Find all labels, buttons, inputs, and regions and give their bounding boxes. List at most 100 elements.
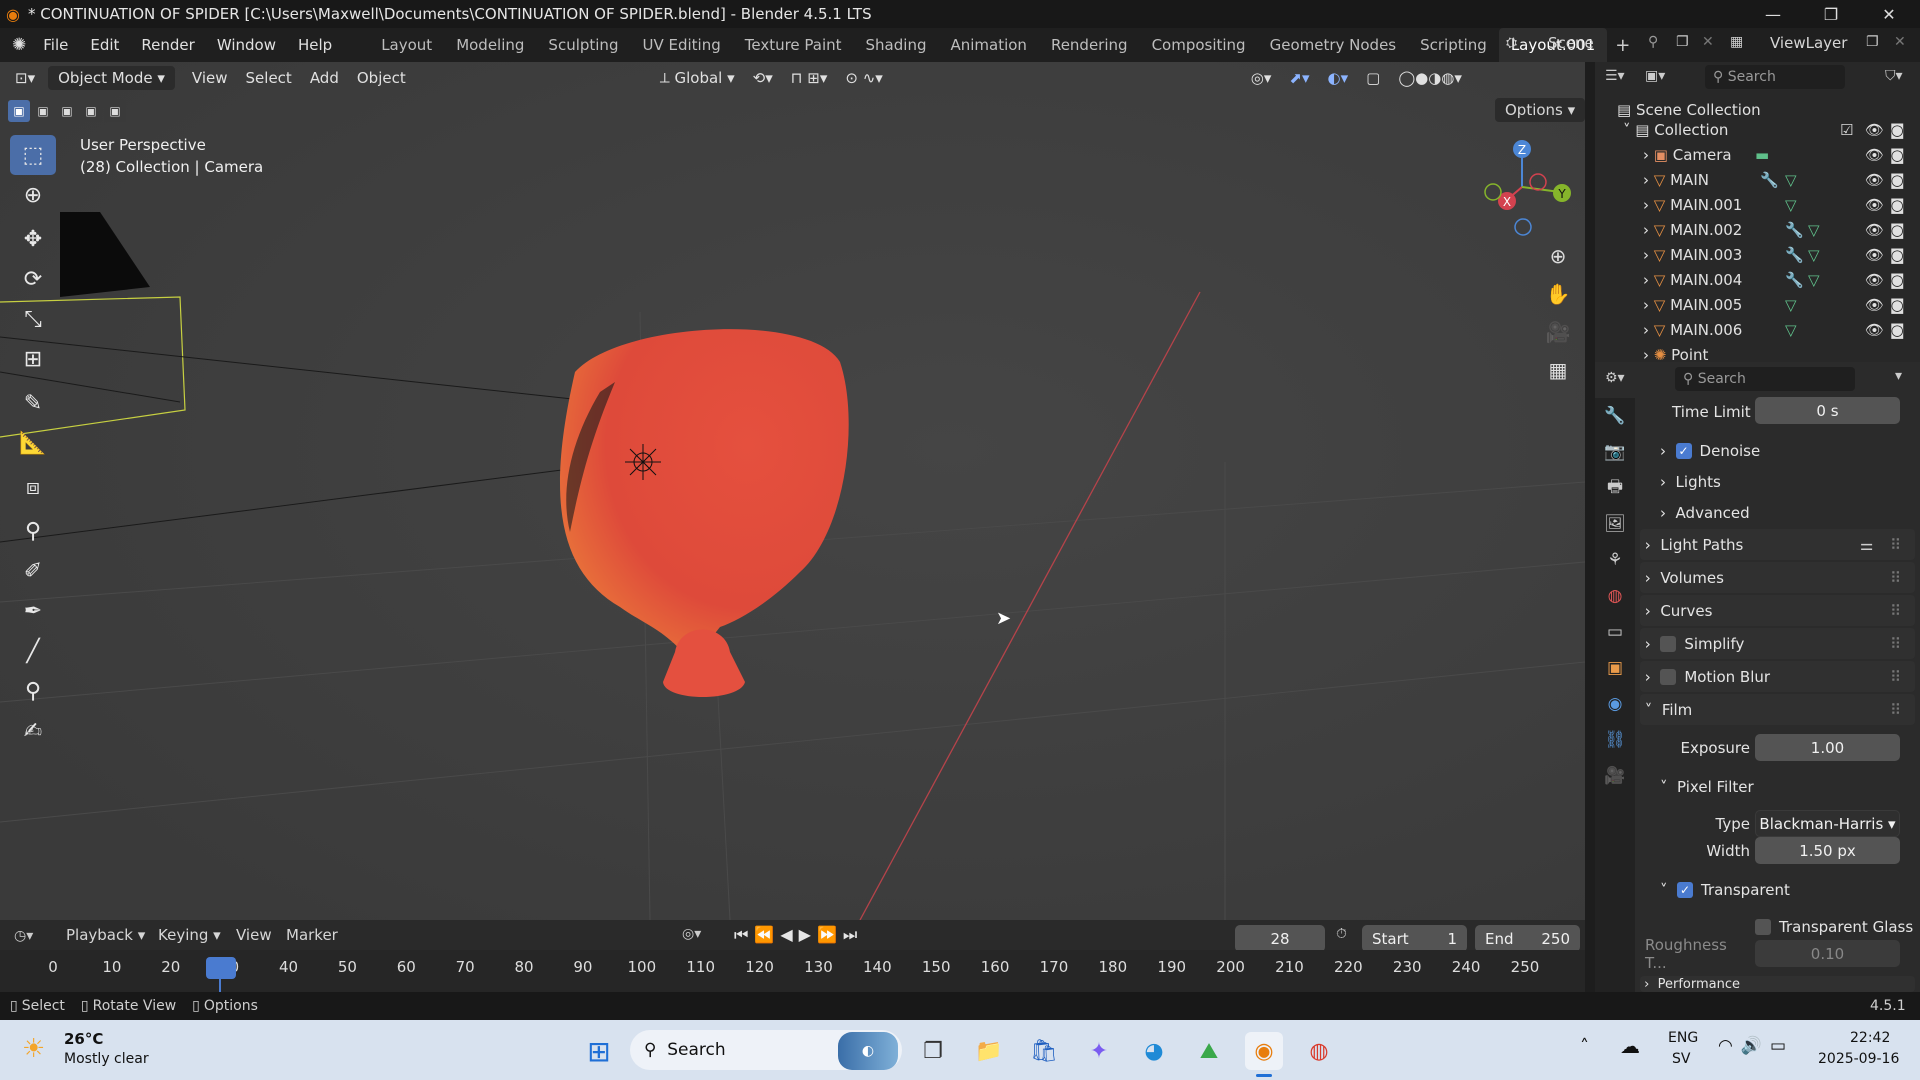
add-cube-tool-icon[interactable]: ⧈ bbox=[10, 467, 56, 507]
outliner-item-main-001[interactable]: › ▽ MAIN.001 ▽ 👁 ◙ bbox=[1595, 192, 1920, 217]
select-extend-icon[interactable]: ▣ bbox=[32, 100, 54, 122]
move-tool-icon[interactable]: ✥ bbox=[10, 219, 56, 259]
collection-render-icon[interactable]: ◙ bbox=[1890, 121, 1905, 139]
system-tray-icons[interactable]: ◠🔊▭ bbox=[1718, 1036, 1794, 1056]
select-invert-icon[interactable]: ▣ bbox=[80, 100, 102, 122]
render-icon[interactable]: ◙ bbox=[1890, 171, 1905, 189]
outliner-item-camera[interactable]: › ▣ Camera ▬ 👁 ◙ bbox=[1595, 142, 1920, 167]
jump-end-icon[interactable]: ⏭ bbox=[843, 925, 863, 944]
workspace-tab-shading[interactable]: Shading bbox=[854, 28, 939, 62]
chrome-browser-icon[interactable]: ◍ bbox=[1300, 1032, 1338, 1070]
outliner-item-main-006[interactable]: › ▽ MAIN.006 ▽ 👁 ◙ bbox=[1595, 317, 1920, 342]
drag-handle-icon[interactable]: ⠿ bbox=[1890, 668, 1901, 686]
visibility-icon[interactable]: 👁 bbox=[1865, 246, 1884, 264]
start-frame-field[interactable]: Start 1 bbox=[1362, 925, 1467, 952]
app-green-icon[interactable]: ⛰ bbox=[1190, 1032, 1228, 1070]
workspace-tab-geometry-nodes[interactable]: Geometry Nodes bbox=[1258, 28, 1409, 62]
workspace-tab-modeling[interactable]: Modeling bbox=[444, 28, 536, 62]
curves-panel[interactable]: › Curves ⠿ bbox=[1640, 595, 1915, 626]
delete-view-layer-icon[interactable]: ✕ bbox=[1894, 34, 1906, 50]
drag-handle-icon[interactable]: ⠿ bbox=[1890, 569, 1901, 587]
transform-tool-icon[interactable]: ⊞ bbox=[10, 339, 56, 379]
motion-blur-panel[interactable]: › Motion Blur ⠿ bbox=[1640, 661, 1915, 692]
playback-menu[interactable]: Playback ▾ bbox=[66, 926, 145, 944]
denoise-panel[interactable]: › ✓ Denoise bbox=[1660, 435, 1920, 466]
options-dropdown[interactable]: Options ▾ bbox=[1495, 98, 1586, 122]
visibility-icon[interactable]: 👁 bbox=[1865, 296, 1884, 314]
menu-window[interactable]: Window bbox=[206, 36, 287, 54]
simplify-checkbox[interactable] bbox=[1660, 635, 1677, 652]
zoom-icon[interactable]: ⊕ bbox=[1540, 238, 1576, 274]
maximize-button[interactable]: ❐ bbox=[1802, 0, 1860, 28]
prev-keyframe-icon[interactable]: ⏪ bbox=[754, 925, 780, 944]
rotate-tool-icon[interactable]: ⟳ bbox=[10, 259, 56, 299]
camera-view-icon[interactable]: 🎥 bbox=[1540, 314, 1576, 350]
orthographic-grid-icon[interactable]: ▦ bbox=[1540, 352, 1576, 388]
world-tab-icon[interactable]: ◍ bbox=[1595, 578, 1635, 614]
playhead-marker[interactable] bbox=[206, 957, 236, 979]
pan-hand-icon[interactable]: ✋ bbox=[1540, 276, 1576, 312]
grab-tool-icon[interactable]: ✍ bbox=[10, 711, 56, 751]
render-tab-icon[interactable]: 📷 bbox=[1595, 434, 1635, 470]
simplify-panel[interactable]: › Simplify ⠿ bbox=[1640, 628, 1915, 659]
weather-temperature[interactable]: 26°C bbox=[64, 1030, 103, 1048]
play-reverse-icon[interactable]: ◀ bbox=[780, 925, 798, 944]
add-menu[interactable]: Add bbox=[301, 69, 348, 87]
current-frame-field[interactable]: 28 bbox=[1235, 925, 1325, 952]
marker-menu[interactable]: Marker bbox=[286, 926, 338, 944]
menu-render[interactable]: Render bbox=[130, 36, 205, 54]
filter-icon[interactable]: ⛉▾ bbox=[1885, 68, 1903, 84]
collection-visibility-icon[interactable]: 👁 bbox=[1865, 121, 1884, 139]
next-keyframe-icon[interactable]: ⏩ bbox=[817, 925, 843, 944]
edge-browser-icon[interactable]: ◕ bbox=[1135, 1032, 1173, 1070]
render-icon[interactable]: ◙ bbox=[1890, 196, 1905, 214]
blender-taskbar-icon[interactable]: ◉ bbox=[1245, 1032, 1283, 1070]
visibility-icon[interactable]: 👁 bbox=[1865, 196, 1884, 214]
select-intersect-icon[interactable]: ▣ bbox=[104, 100, 126, 122]
drag-handle-icon[interactable]: ⠿ bbox=[1890, 635, 1901, 653]
exposure-field[interactable]: 1.00 bbox=[1755, 734, 1900, 761]
view-layer-tab-icon[interactable]: 🖼 bbox=[1595, 506, 1635, 542]
outliner-item-main-004[interactable]: › ▽ MAIN.004 🔧 ▽ 👁 ◙ bbox=[1595, 267, 1920, 292]
line-tool-icon[interactable]: ╱ bbox=[10, 631, 56, 671]
outliner-item-main-003[interactable]: › ▽ MAIN.003 🔧 ▽ 👁 ◙ bbox=[1595, 242, 1920, 267]
visibility-icon[interactable]: ◎▾ bbox=[1242, 69, 1281, 87]
workspace-tab-layout[interactable]: Layout bbox=[369, 28, 444, 62]
mode-dropdown[interactable]: Object Mode ▾ bbox=[48, 66, 175, 90]
select-menu[interactable]: Select bbox=[237, 69, 301, 87]
render-icon[interactable]: ◙ bbox=[1890, 146, 1905, 164]
output-tab-icon[interactable]: 🖶 bbox=[1595, 470, 1635, 506]
object-tab-icon[interactable]: ▣ bbox=[1595, 650, 1635, 686]
onedrive-cloud-icon[interactable]: ☁ bbox=[1620, 1034, 1640, 1058]
time-limit-field[interactable]: 0 s bbox=[1755, 397, 1900, 424]
add-workspace-icon[interactable]: + bbox=[1607, 35, 1638, 56]
gizmo-toggle-icon[interactable]: ⬈▾ bbox=[1280, 69, 1318, 87]
windows-start-icon[interactable]: ⊞ bbox=[580, 1032, 618, 1070]
properties-editor-icon[interactable]: ⚙▾ bbox=[1605, 370, 1625, 386]
fill-tool-icon[interactable]: ✒ bbox=[10, 591, 56, 631]
jump-start-icon[interactable]: ⏮ bbox=[734, 925, 754, 944]
film-panel[interactable]: ˅ Film ⠿ bbox=[1640, 694, 1915, 725]
view-layer-icon[interactable]: ▦ bbox=[1730, 34, 1743, 50]
render-icon[interactable]: ◙ bbox=[1890, 221, 1905, 239]
drag-handle-icon[interactable]: ⠿ bbox=[1890, 536, 1901, 554]
xray-icon[interactable]: ▢ bbox=[1357, 69, 1389, 87]
workspace-tab-sculpting[interactable]: Sculpting bbox=[536, 28, 630, 62]
outliner-item-main-002[interactable]: › ▽ MAIN.002 🔧 ▽ 👁 ◙ bbox=[1595, 217, 1920, 242]
denoise-checkbox[interactable]: ✓ bbox=[1675, 442, 1692, 459]
task-view-icon[interactable]: ❐ bbox=[914, 1032, 952, 1070]
play-icon[interactable]: ▶ bbox=[799, 925, 817, 944]
snap-icon[interactable]: ⊓ ⊞▾ bbox=[782, 69, 837, 87]
minimize-button[interactable]: — bbox=[1744, 0, 1802, 28]
workspace-tab-compositing[interactable]: Compositing bbox=[1140, 28, 1258, 62]
workspace-tab-animation[interactable]: Animation bbox=[938, 28, 1038, 62]
workspace-tab-scripting[interactable]: Scripting bbox=[1408, 28, 1499, 62]
pivot-icon[interactable]: ⟲▾ bbox=[744, 69, 782, 87]
outliner-editor-icon[interactable]: ☰▾ bbox=[1605, 68, 1625, 84]
render-icon[interactable]: ◙ bbox=[1890, 296, 1905, 314]
input-language-primary[interactable]: ENG bbox=[1668, 1030, 1698, 1046]
new-view-layer-icon[interactable]: ❐ bbox=[1866, 34, 1879, 50]
transparent-glass-checkbox[interactable] bbox=[1755, 918, 1771, 935]
proportional-edit-icon[interactable]: ⊙ ∿▾ bbox=[836, 69, 891, 87]
delete-scene-icon[interactable]: ✕ bbox=[1702, 34, 1714, 50]
